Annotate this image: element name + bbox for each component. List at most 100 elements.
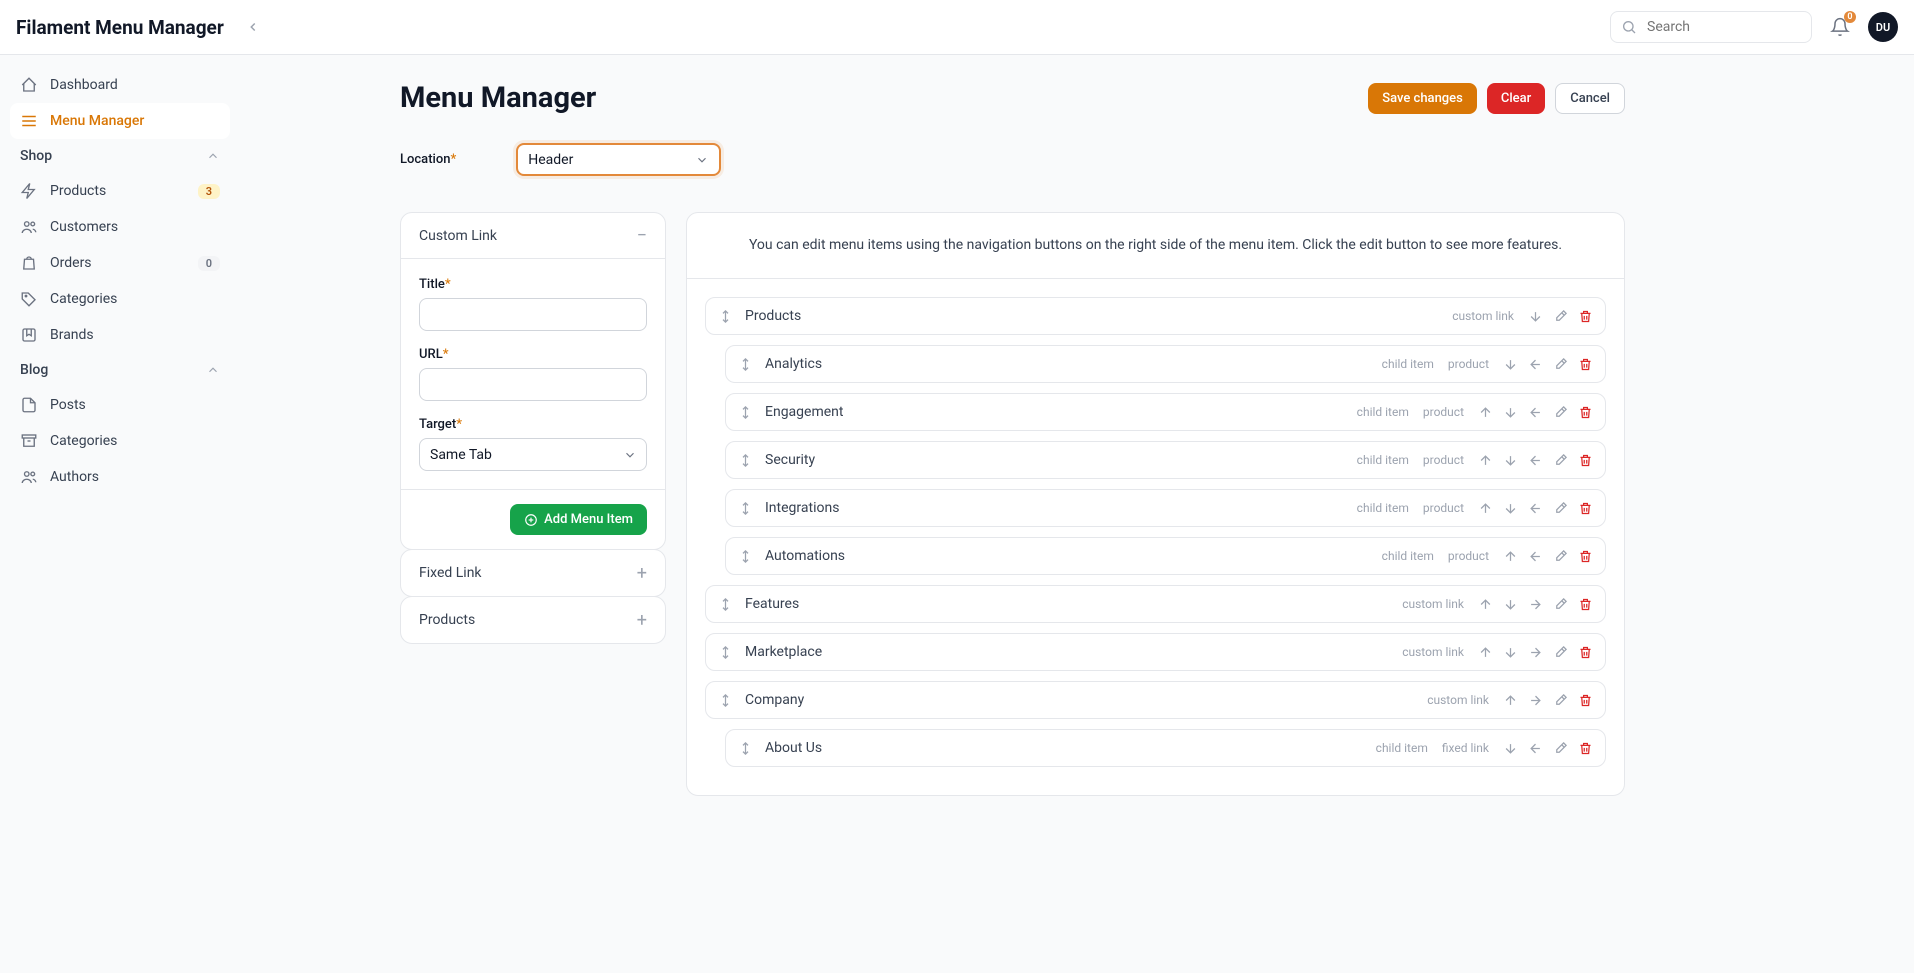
edit-button[interactable] bbox=[1553, 453, 1568, 468]
item-tag: child item bbox=[1382, 357, 1434, 371]
drag-handle-icon[interactable] bbox=[718, 597, 733, 612]
edit-button[interactable] bbox=[1553, 357, 1568, 372]
avatar[interactable]: DU bbox=[1868, 12, 1898, 42]
arrow-left-button[interactable] bbox=[1528, 405, 1543, 420]
target-select[interactable]: Same Tab bbox=[419, 438, 647, 471]
menu-item-row: Analytics child itemproduct bbox=[725, 345, 1606, 383]
arrow-down-button[interactable] bbox=[1503, 405, 1518, 420]
menu-item-row: Products custom link bbox=[705, 297, 1606, 335]
sidebar-item-posts[interactable]: Posts bbox=[10, 387, 230, 423]
item-tag: product bbox=[1423, 453, 1464, 467]
sidebar-item-label: Dashboard bbox=[50, 77, 118, 93]
arrow-right-button[interactable] bbox=[1528, 645, 1543, 660]
delete-button[interactable] bbox=[1578, 549, 1593, 564]
sidebar-item-categories[interactable]: Categories bbox=[10, 281, 230, 317]
users-icon bbox=[20, 218, 38, 236]
clear-button[interactable]: Clear bbox=[1487, 83, 1545, 114]
url-input[interactable] bbox=[419, 368, 647, 401]
delete-button[interactable] bbox=[1578, 597, 1593, 612]
sidebar-item-brands[interactable]: Brands bbox=[10, 317, 230, 353]
arrow-left-button[interactable] bbox=[1528, 549, 1543, 564]
sidebar-item-label: Posts bbox=[50, 397, 86, 413]
edit-button[interactable] bbox=[1553, 549, 1568, 564]
arrow-up-button[interactable] bbox=[1478, 453, 1493, 468]
notification-badge: 0 bbox=[1844, 11, 1856, 23]
drag-handle-icon[interactable] bbox=[738, 501, 753, 516]
title-input[interactable] bbox=[419, 298, 647, 331]
drag-handle-icon[interactable] bbox=[738, 405, 753, 420]
location-label: Location* bbox=[400, 152, 456, 167]
drag-handle-icon[interactable] bbox=[738, 357, 753, 372]
drag-handle-icon[interactable] bbox=[738, 453, 753, 468]
drag-handle-icon[interactable] bbox=[718, 693, 733, 708]
search-input[interactable] bbox=[1647, 19, 1825, 35]
arrow-down-button[interactable] bbox=[1503, 453, 1518, 468]
delete-button[interactable] bbox=[1578, 405, 1593, 420]
arrow-right-button[interactable] bbox=[1528, 597, 1543, 612]
add-menu-item-button[interactable]: Add Menu Item bbox=[510, 504, 647, 535]
sidebar-item-menu-manager[interactable]: Menu Manager bbox=[10, 103, 230, 139]
cancel-button[interactable]: Cancel bbox=[1555, 83, 1625, 114]
arrow-down-button[interactable] bbox=[1503, 741, 1518, 756]
custom-link-header[interactable]: Custom Link − bbox=[401, 213, 665, 259]
arrow-left-button[interactable] bbox=[1528, 357, 1543, 372]
sidebar-item-products[interactable]: Products 3 bbox=[10, 173, 230, 209]
delete-button[interactable] bbox=[1578, 309, 1593, 324]
arrow-down-button[interactable] bbox=[1503, 645, 1518, 660]
users-icon bbox=[20, 468, 38, 486]
drag-handle-icon[interactable] bbox=[718, 309, 733, 324]
item-tag: child item bbox=[1357, 453, 1409, 467]
global-search[interactable] bbox=[1610, 11, 1812, 43]
delete-button[interactable] bbox=[1578, 501, 1593, 516]
delete-button[interactable] bbox=[1578, 741, 1593, 756]
save-button[interactable]: Save changes bbox=[1368, 83, 1477, 114]
sidebar-item-blog-categories[interactable]: Categories bbox=[10, 423, 230, 459]
edit-button[interactable] bbox=[1553, 501, 1568, 516]
sidebar-item-authors[interactable]: Authors bbox=[10, 459, 230, 495]
arrow-up-button[interactable] bbox=[1503, 693, 1518, 708]
menu-items-hint: You can edit menu items using the naviga… bbox=[687, 213, 1624, 279]
edit-button[interactable] bbox=[1553, 693, 1568, 708]
arrow-up-button[interactable] bbox=[1478, 645, 1493, 660]
sidebar-item-customers[interactable]: Customers bbox=[10, 209, 230, 245]
sidebar-group-blog[interactable]: Blog bbox=[10, 353, 230, 387]
menu-item-row: Features custom link bbox=[705, 585, 1606, 623]
edit-button[interactable] bbox=[1553, 645, 1568, 660]
arrow-down-button[interactable] bbox=[1503, 357, 1518, 372]
arrow-up-button[interactable] bbox=[1478, 501, 1493, 516]
delete-button[interactable] bbox=[1578, 693, 1593, 708]
edit-button[interactable] bbox=[1553, 309, 1568, 324]
arrow-up-button[interactable] bbox=[1478, 597, 1493, 612]
edit-button[interactable] bbox=[1553, 597, 1568, 612]
delete-button[interactable] bbox=[1578, 453, 1593, 468]
edit-button[interactable] bbox=[1553, 741, 1568, 756]
arrow-left-button[interactable] bbox=[1528, 741, 1543, 756]
location-select[interactable]: Header bbox=[516, 143, 721, 176]
arrow-down-button[interactable] bbox=[1503, 501, 1518, 516]
item-tag: fixed link bbox=[1442, 741, 1489, 755]
arrow-right-button[interactable] bbox=[1528, 693, 1543, 708]
menu-item-title: Automations bbox=[765, 548, 845, 564]
drag-handle-icon[interactable] bbox=[718, 645, 733, 660]
custom-link-panel: Custom Link − Title* URL* Tar bbox=[400, 212, 666, 550]
drag-handle-icon[interactable] bbox=[738, 741, 753, 756]
delete-button[interactable] bbox=[1578, 357, 1593, 372]
products-panel-header[interactable]: Products + bbox=[401, 597, 665, 643]
sidebar-item-orders[interactable]: Orders 0 bbox=[10, 245, 230, 281]
delete-button[interactable] bbox=[1578, 645, 1593, 660]
arrow-up-button[interactable] bbox=[1503, 549, 1518, 564]
arrow-up-button[interactable] bbox=[1478, 405, 1493, 420]
bookmark-icon bbox=[20, 326, 38, 344]
collapse-sidebar-button[interactable] bbox=[242, 16, 264, 38]
arrow-left-button[interactable] bbox=[1528, 453, 1543, 468]
arrow-down-button[interactable] bbox=[1503, 597, 1518, 612]
notifications-button[interactable]: 0 bbox=[1826, 13, 1854, 41]
drag-handle-icon[interactable] bbox=[738, 549, 753, 564]
sidebar-item-dashboard[interactable]: Dashboard bbox=[10, 67, 230, 103]
fixed-link-header[interactable]: Fixed Link + bbox=[401, 550, 665, 596]
sidebar-group-shop[interactable]: Shop bbox=[10, 139, 230, 173]
item-tag: child item bbox=[1357, 405, 1409, 419]
edit-button[interactable] bbox=[1553, 405, 1568, 420]
arrow-left-button[interactable] bbox=[1528, 501, 1543, 516]
arrow-down-button[interactable] bbox=[1528, 309, 1543, 324]
